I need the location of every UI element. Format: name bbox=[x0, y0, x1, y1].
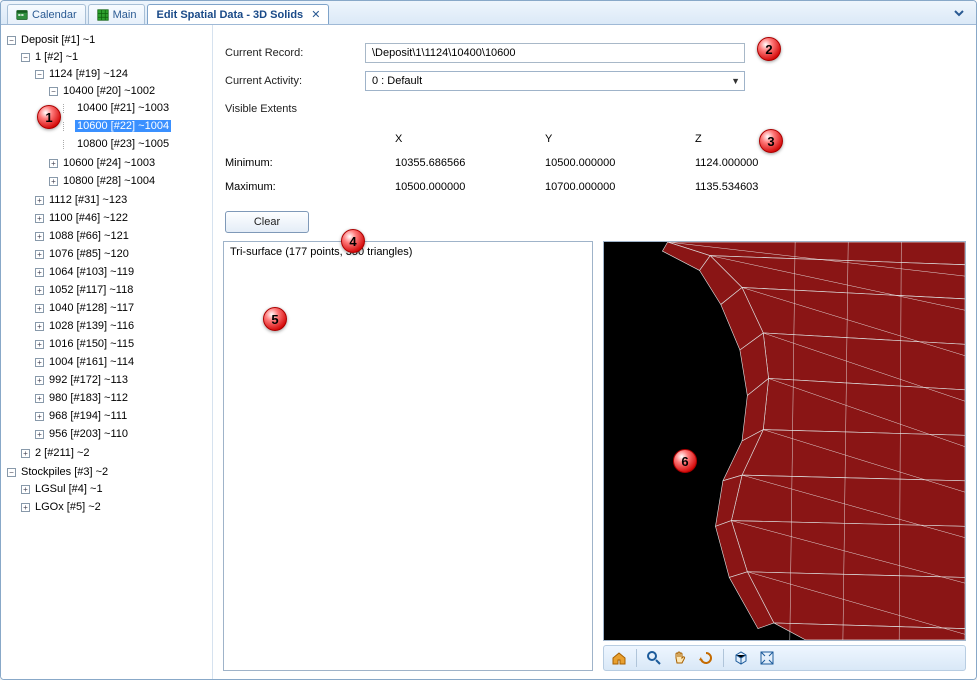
chevron-down-icon: ▼ bbox=[731, 76, 740, 86]
current-record-input[interactable] bbox=[365, 43, 745, 63]
maximum-label: Maximum: bbox=[225, 181, 365, 193]
tree-node[interactable]: 980 [#183] ~112 bbox=[47, 392, 130, 404]
tree-node-stockpiles[interactable]: Stockpiles [#3] ~2 bbox=[19, 466, 110, 478]
mesh-icon bbox=[604, 242, 965, 640]
tree-node[interactable]: 10600 [#24] ~1003 bbox=[61, 157, 157, 169]
tree-node[interactable]: 10800 [#28] ~1004 bbox=[61, 175, 157, 187]
current-activity-value: 0 : Default bbox=[372, 75, 422, 87]
tab-editor-label: Edit Spatial Data - 3D Solids bbox=[156, 9, 303, 21]
tab-main[interactable]: Main bbox=[88, 4, 146, 24]
expander-icon[interactable] bbox=[35, 412, 44, 421]
tree-node[interactable]: 10800 [#23] ~1005 bbox=[75, 138, 171, 150]
tree-node-deposit[interactable]: Deposit [#1] ~1 bbox=[19, 34, 97, 46]
expander-icon[interactable] bbox=[35, 394, 44, 403]
current-activity-label: Current Activity: bbox=[225, 75, 365, 87]
tree-node[interactable]: 1 [#2] ~1 bbox=[33, 51, 80, 63]
record-form: Current Record: Current Activity: 0 : De… bbox=[223, 33, 966, 201]
surface-list-panel[interactable]: Tri-surface (177 points, 350 triangles) bbox=[223, 241, 593, 671]
editor-pane: Current Record: Current Activity: 0 : De… bbox=[213, 25, 976, 679]
expander-icon[interactable] bbox=[49, 177, 58, 186]
current-activity-combo[interactable]: 0 : Default ▼ bbox=[365, 71, 745, 91]
tree-node[interactable]: 1028 [#139] ~116 bbox=[47, 320, 136, 332]
expander-icon[interactable] bbox=[49, 159, 58, 168]
calendar-icon bbox=[16, 9, 28, 21]
expander-icon[interactable] bbox=[21, 503, 30, 512]
expander-icon[interactable] bbox=[21, 485, 30, 494]
tree-node[interactable]: 992 [#172] ~113 bbox=[47, 374, 130, 386]
clear-button[interactable]: Clear bbox=[225, 211, 309, 233]
expander-icon[interactable] bbox=[35, 430, 44, 439]
expander-icon[interactable] bbox=[35, 304, 44, 313]
tab-calendar-label: Calendar bbox=[32, 9, 77, 21]
min-z-value: 1124.000000 bbox=[665, 157, 815, 169]
expander-icon[interactable] bbox=[35, 268, 44, 277]
surface-list-item[interactable]: Tri-surface (177 points, 350 triangles) bbox=[230, 246, 586, 258]
min-y-value: 10500.000000 bbox=[515, 157, 665, 169]
tab-overflow-menu[interactable] bbox=[952, 6, 966, 20]
tree-node[interactable]: 10400 [#20] ~1002 bbox=[61, 85, 157, 97]
tree-node[interactable]: 1004 [#161] ~114 bbox=[47, 356, 136, 368]
tab-calendar[interactable]: Calendar bbox=[7, 4, 86, 24]
tree-node[interactable]: 1088 [#66] ~121 bbox=[47, 230, 131, 242]
extents-header-x: X bbox=[365, 133, 515, 145]
tab-main-label: Main bbox=[113, 9, 137, 21]
expander-icon[interactable] bbox=[7, 36, 16, 45]
expander-icon[interactable] bbox=[21, 53, 30, 62]
tree-node[interactable]: 1124 [#19] ~124 bbox=[47, 68, 130, 80]
tree-node[interactable]: LGOx [#5] ~2 bbox=[33, 501, 103, 513]
house-icon[interactable] bbox=[610, 649, 628, 667]
tree-node[interactable]: 956 [#203] ~110 bbox=[47, 428, 130, 440]
expander-icon[interactable] bbox=[35, 232, 44, 241]
max-z-value: 1135.534603 bbox=[665, 181, 815, 193]
grid-icon bbox=[97, 9, 109, 21]
tree-node-selected[interactable]: 10600 [#22] ~1004 bbox=[75, 120, 171, 132]
tab-bar: Calendar Main Edit Spatial Data - 3D Sol… bbox=[1, 1, 976, 25]
expander-icon[interactable] bbox=[35, 340, 44, 349]
max-x-value: 10500.000000 bbox=[365, 181, 515, 193]
tree-node[interactable]: 1112 [#31] ~123 bbox=[47, 194, 129, 206]
tree-node[interactable]: 968 [#194] ~111 bbox=[47, 410, 129, 422]
tree-node[interactable]: 10400 [#21] ~1003 bbox=[75, 102, 171, 114]
expander-icon[interactable] bbox=[35, 376, 44, 385]
tree-node[interactable]: 1076 [#85] ~120 bbox=[47, 248, 131, 260]
content-area: Deposit [#1] ~1 1 [#2] ~1 1124 [#19] ~12… bbox=[1, 25, 976, 679]
expander-icon[interactable] bbox=[49, 87, 58, 96]
record-tree[interactable]: Deposit [#1] ~1 1 [#2] ~1 1124 [#19] ~12… bbox=[1, 25, 213, 679]
hand-icon[interactable] bbox=[671, 649, 689, 667]
max-y-value: 10700.000000 bbox=[515, 181, 665, 193]
minimum-label: Minimum: bbox=[225, 157, 365, 169]
tab-editor[interactable]: Edit Spatial Data - 3D Solids ✕ bbox=[147, 4, 329, 24]
tree-node[interactable]: 1064 [#103] ~119 bbox=[47, 266, 136, 278]
tree-node[interactable]: 1016 [#150] ~115 bbox=[47, 338, 136, 350]
current-record-label: Current Record: bbox=[225, 47, 365, 59]
tree-node[interactable]: 2 [#211] ~2 bbox=[33, 447, 92, 459]
app-window: Calendar Main Edit Spatial Data - 3D Sol… bbox=[0, 0, 977, 680]
tree-node[interactable]: 1100 [#46] ~122 bbox=[47, 212, 130, 224]
expander-icon[interactable] bbox=[35, 214, 44, 223]
expander-icon[interactable] bbox=[21, 449, 30, 458]
tree-node[interactable]: 1040 [#128] ~117 bbox=[47, 302, 136, 314]
tree-node[interactable]: 1052 [#117] ~118 bbox=[47, 284, 135, 296]
expander-icon[interactable] bbox=[35, 322, 44, 331]
extents-header-z: Z bbox=[665, 133, 815, 145]
expander-icon[interactable] bbox=[7, 468, 16, 477]
viewer-toolbar bbox=[603, 645, 966, 671]
visible-extents-label: Visible Extents bbox=[225, 103, 365, 115]
expander-icon[interactable] bbox=[35, 286, 44, 295]
expander-icon[interactable] bbox=[35, 196, 44, 205]
magnifier-icon[interactable] bbox=[645, 649, 663, 667]
tree-node[interactable]: LGSul [#4] ~1 bbox=[33, 483, 105, 495]
lower-panels: Tri-surface (177 points, 350 triangles) bbox=[223, 241, 966, 671]
expander-icon[interactable] bbox=[35, 358, 44, 367]
3d-viewer[interactable] bbox=[603, 241, 966, 641]
close-icon[interactable]: ✕ bbox=[311, 8, 320, 21]
rotate-icon[interactable] bbox=[697, 649, 715, 667]
expander-icon[interactable] bbox=[35, 70, 44, 79]
expander-icon[interactable] bbox=[35, 250, 44, 259]
min-x-value: 10355.686566 bbox=[365, 157, 515, 169]
viewer-column bbox=[603, 241, 966, 671]
box-icon[interactable] bbox=[732, 649, 750, 667]
fit-icon[interactable] bbox=[758, 649, 776, 667]
extents-header-y: Y bbox=[515, 133, 665, 145]
